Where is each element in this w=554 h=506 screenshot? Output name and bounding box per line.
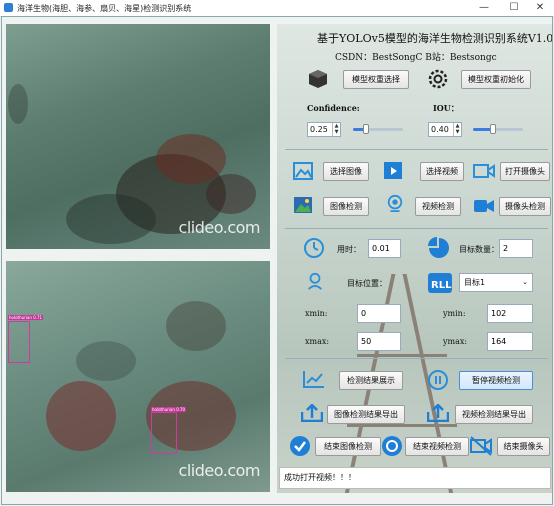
target-list-icon: RLL bbox=[428, 273, 452, 293]
detection-box bbox=[151, 412, 177, 454]
pause-video-button[interactable]: 暂停视频检测 bbox=[459, 371, 533, 390]
stop-record-icon bbox=[382, 436, 402, 456]
author-credits: CSDN：BestSongC B站：Bestsongc bbox=[335, 53, 497, 63]
image-detect-button[interactable]: 图像检测 bbox=[323, 197, 369, 216]
camera-off-icon bbox=[470, 436, 492, 456]
camera-detect-button[interactable]: 摄像头检测 bbox=[499, 197, 551, 216]
show-results-button[interactable]: 检测结果展示 bbox=[339, 371, 403, 390]
original-image-view: clideo.com bbox=[6, 24, 270, 249]
window-titlebar: 海洋生物(海胆、海参、扇贝、海星)检测识别系统 — ☐ ✕ bbox=[0, 0, 554, 17]
camera-icon bbox=[473, 164, 495, 178]
detection-label: holothurian 0.71 bbox=[8, 315, 44, 320]
end-camera-button[interactable]: 结束摄像头 bbox=[497, 437, 550, 456]
video-file-icon bbox=[384, 162, 402, 179]
target-position-label: 目标位置： bbox=[347, 279, 387, 288]
select-weights-button[interactable]: 模型权重选择 bbox=[343, 70, 409, 89]
svg-text:RLL: RLL bbox=[431, 280, 452, 291]
upload-icon bbox=[301, 404, 323, 422]
watermark: clideo.com bbox=[178, 218, 261, 237]
detection-box bbox=[8, 321, 30, 363]
pie-chart-icon bbox=[428, 237, 449, 258]
detection-label: holothurian 0.70 bbox=[151, 407, 187, 412]
iou-value: 0.40 bbox=[431, 125, 449, 134]
pause-icon bbox=[428, 370, 448, 390]
target-select[interactable]: 目标1 ⌄ bbox=[459, 273, 533, 292]
watermark: clideo.com bbox=[178, 461, 261, 480]
close-button[interactable]: ✕ bbox=[526, 0, 554, 16]
image-detect-icon bbox=[294, 197, 312, 213]
divider bbox=[285, 228, 548, 229]
xmax-label: xmax: bbox=[305, 337, 330, 346]
confidence-spinbox[interactable]: 0.25 ▲ ▼ bbox=[307, 122, 341, 137]
chevron-down-icon: ⌄ bbox=[522, 278, 528, 286]
export-video-results-button[interactable]: 视频检测结果导出 bbox=[455, 405, 533, 424]
video-detect-button[interactable]: 视频检测 bbox=[415, 197, 461, 216]
target-count-label: 目标数量： bbox=[459, 245, 499, 254]
iou-label: IOU： bbox=[433, 103, 459, 113]
status-message: 成功打开视频！！！ bbox=[279, 467, 551, 489]
check-circle-icon bbox=[290, 436, 310, 456]
ymin-field[interactable]: 102 bbox=[487, 304, 533, 323]
webcam-icon bbox=[387, 194, 403, 212]
detection-result-view: holothurian 0.71 holothurian 0.70 clideo… bbox=[6, 261, 270, 492]
time-label: 用时： bbox=[337, 245, 361, 254]
xmin-field[interactable]: 0 bbox=[357, 304, 401, 323]
video-camera-icon bbox=[474, 200, 494, 212]
init-weights-button[interactable]: 模型权重初始化 bbox=[461, 70, 531, 89]
minimize-button[interactable]: — bbox=[470, 0, 498, 16]
spin-arrows-icon[interactable]: ▲ ▼ bbox=[332, 123, 340, 136]
ymax-label: ymax: bbox=[443, 337, 468, 346]
time-field[interactable]: 0.01 bbox=[368, 239, 401, 258]
select-video-button[interactable]: 选择视频 bbox=[420, 162, 464, 181]
ymin-label: ymin: bbox=[443, 309, 466, 318]
iou-slider-handle[interactable] bbox=[490, 124, 496, 134]
control-panel: 基于YOLOv5模型的海洋生物检测识别系统V1.0 CSDN：BestSongC… bbox=[277, 24, 552, 493]
export-image-results-button[interactable]: 图像检测结果导出 bbox=[327, 405, 405, 424]
confidence-slider[interactable] bbox=[353, 124, 403, 134]
line-chart-icon bbox=[303, 371, 324, 388]
location-pin-icon bbox=[308, 272, 322, 290]
ymax-field[interactable]: 164 bbox=[487, 332, 533, 351]
confidence-value: 0.25 bbox=[310, 125, 328, 134]
image-icon bbox=[293, 162, 313, 180]
cube-icon bbox=[309, 70, 327, 88]
divider bbox=[285, 149, 548, 150]
select-image-button[interactable]: 选择图像 bbox=[323, 162, 369, 181]
timer-icon bbox=[304, 238, 324, 258]
spin-arrows-icon[interactable]: ▲ ▼ bbox=[453, 123, 461, 136]
confidence-slider-handle[interactable] bbox=[362, 124, 369, 134]
iou-spinbox[interactable]: 0.40 ▲ ▼ bbox=[428, 122, 462, 137]
xmin-label: xmin: bbox=[305, 309, 328, 318]
settings-gear-icon bbox=[428, 69, 448, 89]
end-video-detection-button[interactable]: 结束视频检测 bbox=[405, 437, 469, 456]
target-count-field[interactable]: 2 bbox=[499, 239, 533, 258]
app-icon bbox=[4, 3, 13, 12]
window-title: 海洋生物(海胆、海参、扇贝、海星)检测识别系统 bbox=[17, 4, 192, 13]
app-title: 基于YOLOv5模型的海洋生物检测识别系统V1.0 bbox=[317, 32, 552, 45]
upload-icon bbox=[427, 404, 449, 422]
confidence-label: Confidence: bbox=[307, 103, 360, 113]
end-image-detection-button[interactable]: 结束图像检测 bbox=[315, 437, 381, 456]
target-select-value: 目标1 bbox=[464, 278, 486, 287]
iou-slider[interactable] bbox=[473, 124, 523, 134]
xmax-field[interactable]: 50 bbox=[357, 332, 401, 351]
divider bbox=[285, 358, 548, 359]
open-camera-button[interactable]: 打开摄像头 bbox=[500, 162, 550, 181]
maximize-button[interactable]: ☐ bbox=[500, 0, 528, 16]
